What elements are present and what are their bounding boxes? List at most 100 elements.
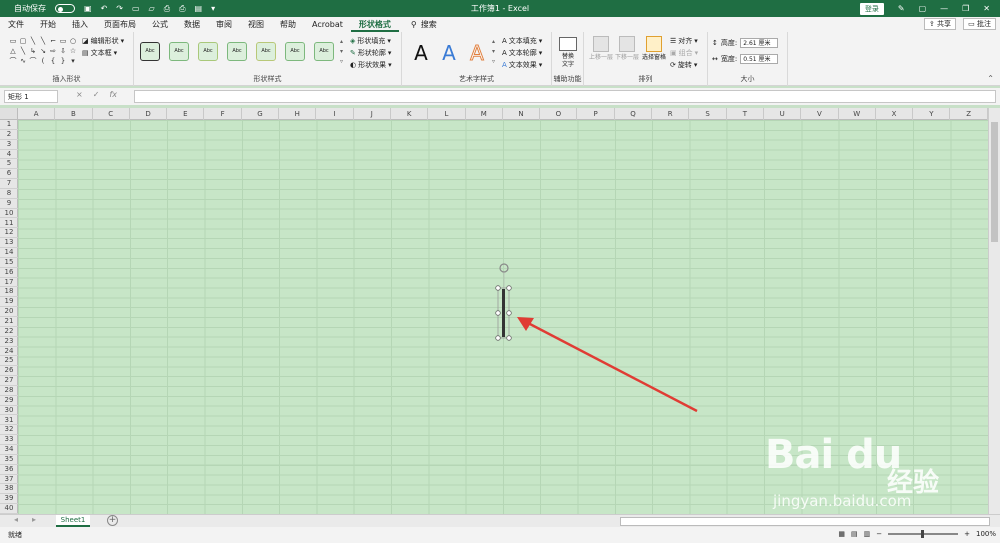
- align-button[interactable]: ☰ 对齐 ▾: [670, 36, 698, 46]
- shape-fill-button[interactable]: ◈ 形状填充 ▾: [350, 36, 391, 46]
- styles-scroll[interactable]: ▴ ▾ ▿: [340, 37, 343, 67]
- row-header[interactable]: 30: [0, 406, 18, 416]
- row-header[interactable]: 29: [0, 396, 18, 406]
- oval-shape-icon[interactable]: ○: [68, 36, 78, 46]
- row-header[interactable]: 17: [0, 278, 18, 288]
- row-header[interactable]: 4: [0, 150, 18, 160]
- rotate-button[interactable]: ⟳ 旋转 ▾: [670, 60, 697, 70]
- tab-shape-format[interactable]: 形状格式: [350, 17, 399, 32]
- wordart-scroll[interactable]: ▴ ▾ ▿: [492, 37, 495, 67]
- row-header[interactable]: 22: [0, 327, 18, 337]
- rectangle-shape-icon[interactable]: ▢: [18, 36, 28, 46]
- wordart-style-orange[interactable]: A: [464, 40, 490, 66]
- restore-icon[interactable]: ❐: [962, 4, 969, 13]
- print-preview-icon[interactable]: ⎙: [164, 4, 170, 14]
- connector-shape-icon[interactable]: ⌐: [48, 36, 58, 46]
- sheet-tab-sheet1[interactable]: Sheet1: [56, 515, 90, 527]
- row-header[interactable]: 5: [0, 159, 18, 170]
- row-header[interactable]: 1: [0, 120, 18, 130]
- normal-view-icon[interactable]: ▦: [838, 530, 845, 538]
- tab-file[interactable]: 文件: [0, 17, 32, 32]
- alt-text-button[interactable]: 替换 文字: [552, 53, 584, 69]
- row-header[interactable]: 20: [0, 307, 18, 317]
- undo-icon[interactable]: ↶: [101, 4, 108, 13]
- share-button[interactable]: ⇪ 共享: [923, 18, 956, 30]
- text-box-button[interactable]: ▤ 文本框 ▾: [82, 48, 117, 58]
- open-folder-icon[interactable]: ▱: [149, 4, 155, 13]
- autosave-toggle[interactable]: [55, 4, 75, 13]
- scroll-thumb[interactable]: [991, 122, 998, 242]
- row-header[interactable]: 13: [0, 238, 18, 249]
- row-header[interactable]: 27: [0, 376, 18, 386]
- text-outline-button[interactable]: A 文本轮廓 ▾: [502, 48, 542, 58]
- tab-data[interactable]: 数据: [176, 17, 208, 32]
- row-header[interactable]: 3: [0, 140, 18, 150]
- column-header[interactable]: I: [316, 108, 354, 120]
- row-header[interactable]: 35: [0, 455, 18, 465]
- row-header[interactable]: 40: [0, 504, 18, 514]
- text-fill-button[interactable]: A 文本填充 ▾: [502, 36, 542, 46]
- tab-acrobat[interactable]: Acrobat: [304, 17, 351, 32]
- group-button[interactable]: ▣ 组合 ▾: [670, 48, 698, 58]
- column-header[interactable]: W: [839, 108, 876, 120]
- zoom-out-icon[interactable]: −: [876, 530, 882, 538]
- tab-insert[interactable]: 插入: [64, 17, 96, 32]
- rectangle-shape-icon[interactable]: ▭: [8, 36, 18, 46]
- pen-icon[interactable]: ✎: [898, 4, 905, 13]
- chevron-down-icon[interactable]: ▾: [340, 48, 343, 55]
- save-icon[interactable]: ▣: [84, 4, 92, 13]
- row-header[interactable]: 34: [0, 445, 18, 455]
- cancel-icon[interactable]: ×: [76, 90, 83, 99]
- customize-toolbar-icon[interactable]: ▾: [211, 4, 215, 13]
- curve-shape-icon[interactable]: ⌒: [28, 56, 38, 66]
- column-header[interactable]: Z: [951, 108, 988, 120]
- next-sheet-icon[interactable]: ▸: [32, 515, 36, 524]
- page-break-view-icon[interactable]: ▥: [864, 530, 871, 538]
- tab-page-layout[interactable]: 页面布局: [96, 17, 144, 32]
- shape-style-2[interactable]: Abc: [169, 42, 189, 61]
- row-header[interactable]: 19: [0, 297, 18, 308]
- chevron-down-icon[interactable]: ▾: [492, 48, 495, 55]
- line-shape-icon[interactable]: ╲: [18, 46, 28, 56]
- tab-review[interactable]: 审阅: [208, 17, 240, 32]
- brace-shape-icon[interactable]: }: [58, 56, 68, 66]
- shape-effects-button[interactable]: ◐ 形状效果 ▾: [350, 60, 392, 70]
- column-header[interactable]: J: [354, 108, 391, 120]
- shapes-gallery[interactable]: ▭ ▢ ╲ ╲ ⌐ ▭ ○ △ ╲ ↳ ↘ ⇨ ⇩ ☆ ⌒ ∿ ⌒ ( { } …: [8, 36, 78, 66]
- tab-help[interactable]: 帮助: [272, 17, 304, 32]
- row-header[interactable]: 2: [0, 130, 18, 140]
- row-header[interactable]: 37: [0, 475, 18, 485]
- row-header[interactable]: 9: [0, 199, 18, 209]
- arrow-shape-icon[interactable]: ⇩: [58, 46, 68, 56]
- bracket-shape-icon[interactable]: (: [38, 56, 48, 66]
- brace-shape-icon[interactable]: {: [48, 56, 58, 66]
- row-header[interactable]: 21: [0, 317, 18, 327]
- close-icon[interactable]: ✕: [983, 4, 990, 13]
- row-header[interactable]: 26: [0, 366, 18, 377]
- chevron-up-icon[interactable]: ▴: [492, 38, 495, 45]
- name-box[interactable]: 矩形 1: [4, 90, 58, 103]
- search-box[interactable]: ⚲ 搜索: [411, 19, 437, 30]
- column-header[interactable]: C: [93, 108, 130, 120]
- column-header[interactable]: N: [503, 108, 541, 120]
- row-header[interactable]: 36: [0, 465, 18, 475]
- column-header[interactable]: O: [540, 108, 578, 120]
- row-header[interactable]: 38: [0, 484, 18, 495]
- enter-icon[interactable]: ✓: [93, 90, 100, 99]
- column-header[interactable]: P: [578, 108, 615, 120]
- login-button[interactable]: 登录: [859, 2, 884, 15]
- column-header[interactable]: S: [689, 108, 727, 120]
- row-header[interactable]: 33: [0, 435, 18, 446]
- shape-style-1[interactable]: Abc: [140, 42, 160, 61]
- send-backward-button[interactable]: 下移一层: [614, 36, 640, 61]
- bring-forward-button[interactable]: 上移一层: [588, 36, 614, 61]
- more-icon[interactable]: ▿: [340, 58, 343, 65]
- shape-style-7[interactable]: Abc: [314, 42, 334, 61]
- shape-style-4[interactable]: Abc: [227, 42, 247, 61]
- minimize-icon[interactable]: —: [940, 4, 948, 13]
- rectangle-shape-icon[interactable]: ▭: [58, 36, 68, 46]
- column-header[interactable]: T: [727, 108, 764, 120]
- shape-style-5[interactable]: Abc: [256, 42, 276, 61]
- connector-shape-icon[interactable]: ↳: [28, 46, 38, 56]
- row-header[interactable]: 39: [0, 494, 18, 505]
